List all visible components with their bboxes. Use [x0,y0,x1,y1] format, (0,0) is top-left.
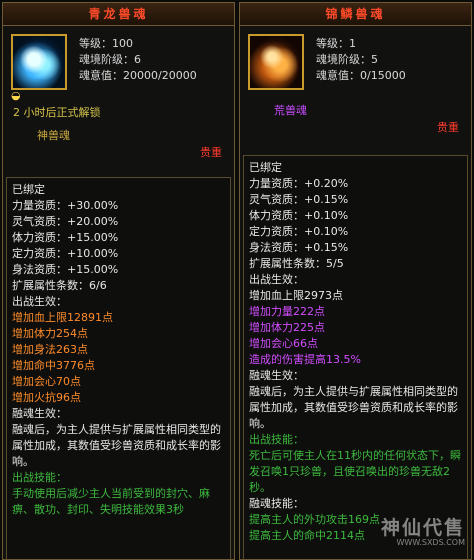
watermark-text: 神仙代售 [380,517,465,539]
azure-dragon-art [13,36,65,88]
right-skill-label: 出战技能： [249,433,304,446]
right-will: 魂意值：0/15000 [316,69,406,82]
left-fusion-text: 融魂后，为主人提供与扩展属性相同类型的属性加成，其数值受珍兽资质和成长率的影响。 [12,423,221,468]
left-realm: 魂境阶级：6 [79,53,141,66]
right-soul-header: 等级：1 魂境阶级：5 魂意值：0/15000 [240,26,471,102]
left-skill-text: 手动使用后减少主人当前受到的封穴、麻痹、散功、封印、失明技能效果3秒 [12,487,210,516]
azure-dragon-soul-icon[interactable] [11,34,67,90]
right-bonus-primary: 增加血上限2973点 [249,289,343,302]
left-soul-header: ◒ 等级：100 魂境阶级：6 魂意值：20000/20000 [3,26,234,102]
right-attr: 力量资质：+0.20% [249,177,349,190]
left-fusion-label: 融魂生效： [12,407,67,420]
left-soul-panel: 青龙兽魂 ◒ 等级：100 魂境阶级：6 魂意值：20000/20000 2 小… [2,2,235,560]
left-detail-box: 已绑定 力量资质：+30.00% 灵气资质：+20.00% 体力资质：+15.0… [6,177,231,559]
brocade-scale-soul-icon[interactable] [248,34,304,90]
left-bonus: 增加会心70点 [12,375,81,388]
left-will: 魂意值：20000/20000 [79,69,197,82]
watermark-url: WWW.SXDS.COM [396,538,465,547]
left-attr: 扩展属性条数：6/6 [12,279,107,292]
left-attr: 定力资质：+10.00% [12,247,119,260]
right-bonus: 造成的伤害提高13.5% [249,353,361,366]
right-realm: 魂境阶级：5 [316,53,378,66]
right-level: 等级：1 [316,37,356,50]
left-bonus: 增加命中3776点 [12,359,95,372]
left-attr: 体力资质：+15.00% [12,231,119,244]
right-skill-text: 死亡后可使主人在11秒内的任何状态下，瞬发召唤1只珍兽，且使召唤出的珍兽无敌2秒… [249,449,461,494]
right-bonus: 增加体力225点 [249,321,325,334]
left-unlock-notice: 2 小时后正式解锁 [13,106,101,119]
left-rarity: 贵重 [200,146,222,159]
right-bound-status: 已绑定 [249,161,282,174]
right-rarity: 贵重 [437,121,459,134]
right-fusion-label: 融魂生效： [249,369,304,382]
watermark-logo: 神仙代售 WWW.SXDS.COM [315,513,465,555]
left-attr: 灵气资质：+20.00% [12,215,119,228]
gold-ingot-icon: ◒ [11,89,21,102]
right-attr: 体力资质：+0.10% [249,209,349,222]
left-bonus: 增加血上限12891点 [12,311,113,324]
left-bound-status: 已绑定 [12,183,45,196]
left-skill-label: 出战技能： [12,471,67,484]
left-soul-type: 神兽魂 [37,129,70,142]
left-bonus: 增加体力254点 [12,327,88,340]
right-stat-lines: 等级：1 魂境阶级：5 魂意值：0/15000 [316,36,406,84]
right-soul-type: 荒兽魂 [274,104,307,117]
right-detail-box: 已绑定 力量资质：+0.20% 灵气资质：+0.15% 体力资质：+0.10% … [243,155,468,559]
right-attr: 扩展属性条数：5/5 [249,257,344,270]
right-fusion-text: 融魂后，为主人提供与扩展属性相同类型的属性加成，其数值受珍兽资质和成长率的影响。 [249,385,458,430]
right-fusion-skill-label: 融魂技能： [249,497,304,510]
right-attr: 灵气资质：+0.15% [249,193,349,206]
right-attr: 身法资质：+0.15% [249,241,349,254]
left-stat-lines: 等级：100 魂境阶级：6 魂意值：20000/20000 [79,36,197,84]
left-battle-label: 出战生效： [12,295,67,308]
right-attr: 定力资质：+0.10% [249,225,349,238]
left-bonus: 增加身法263点 [12,343,88,356]
left-attr: 身法资质：+15.00% [12,263,119,276]
right-bonus: 增加会心66点 [249,337,318,350]
right-bonus: 增加力量222点 [249,305,325,318]
left-level: 等级：100 [79,37,133,50]
left-attr: 力量资质：+30.00% [12,199,119,212]
right-battle-label: 出战生效： [249,273,304,286]
left-soul-title: 青龙兽魂 [3,3,234,26]
right-soul-title: 锦鳞兽魂 [240,3,471,26]
right-soul-panel: 锦鳞兽魂 等级：1 魂境阶级：5 魂意值：0/15000 荒兽魂 贵重 已绑定 … [239,2,472,560]
left-bonus: 增加火抗96点 [12,391,81,404]
brocade-scale-art [250,36,302,88]
